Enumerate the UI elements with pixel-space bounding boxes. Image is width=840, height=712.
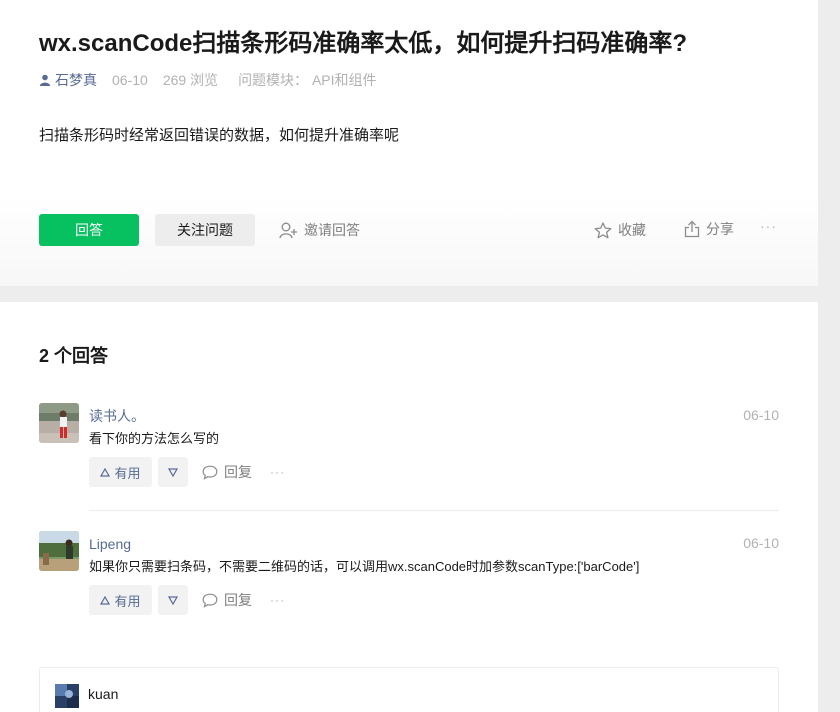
question-views: 269 浏览 xyxy=(162,72,219,88)
question-card: wx.scanCode扫描条形码准确率太低，如何提升扫码准确率? 石梦真 06-… xyxy=(0,0,818,286)
favorite-button[interactable]: 收藏 xyxy=(594,219,646,241)
author-name: 石梦真 xyxy=(55,72,97,88)
answer-more-button[interactable]: ··· xyxy=(270,593,285,607)
page-margin xyxy=(818,0,840,712)
comment-box[interactable]: kuan xyxy=(39,667,779,712)
avatar[interactable] xyxy=(39,403,79,443)
comment-icon xyxy=(202,593,218,608)
answers-card: 2 个回答 读书人。 06-10 看下你的方法怎么写的 有用 回复 ··· Li… xyxy=(0,302,818,712)
share-icon xyxy=(684,220,700,238)
question-date: 06-10 xyxy=(112,72,148,88)
invite-label: 邀请回答 xyxy=(304,222,360,238)
more-options-button[interactable]: ··· xyxy=(760,218,777,234)
answer-actions: 有用 回复 ··· xyxy=(89,585,285,615)
answers-count-heading: 2 个回答 xyxy=(39,346,109,366)
useful-label: 有用 xyxy=(114,593,141,609)
answer-item: 读书人。 06-10 看下你的方法怎么写的 有用 回复 ··· xyxy=(39,403,779,493)
answer-date: 06-10 xyxy=(743,535,779,551)
not-useful-button[interactable] xyxy=(158,457,188,487)
useful-button[interactable]: 有用 xyxy=(89,457,152,487)
avatar-image xyxy=(39,531,79,571)
avatar[interactable] xyxy=(39,531,79,571)
reply-button[interactable]: 回复 xyxy=(202,590,252,610)
answer-date: 06-10 xyxy=(743,407,779,423)
useful-label: 有用 xyxy=(114,465,141,481)
comment-icon xyxy=(202,465,218,480)
thumb-up-icon xyxy=(100,467,111,477)
thumb-up-icon xyxy=(100,595,111,605)
avatar xyxy=(55,684,79,708)
answer-more-button[interactable]: ··· xyxy=(270,465,285,479)
useful-button[interactable]: 有用 xyxy=(89,585,152,615)
thumb-down-icon xyxy=(168,467,178,477)
answer-item: Lipeng 06-10 如果你只需要扫条码，不需要二维码的话，可以调用wx.s… xyxy=(39,531,779,621)
answer-author-name[interactable]: Lipeng xyxy=(89,535,131,553)
invite-answer-button[interactable]: 邀请回答 xyxy=(279,219,360,241)
answer-actions: 有用 回复 ··· xyxy=(89,457,285,487)
question-meta: 石梦真 06-10 269 浏览 问题模块： API和组件 xyxy=(39,71,377,89)
answer-divider xyxy=(89,510,779,511)
favorite-label: 收藏 xyxy=(618,222,646,238)
answer-text: 如果你只需要扫条码，不需要二维码的话，可以调用wx.scanCode时加参数sc… xyxy=(89,559,640,574)
star-icon xyxy=(594,221,612,238)
answer-text: 看下你的方法怎么写的 xyxy=(89,431,220,446)
question-title: wx.scanCode扫描条形码准确率太低，如何提升扫码准确率? xyxy=(39,30,688,57)
not-useful-button[interactable] xyxy=(158,585,188,615)
thumb-down-icon xyxy=(168,595,178,605)
comment-user-name: kuan xyxy=(88,686,119,702)
author-link[interactable]: 石梦真 xyxy=(39,71,97,89)
follow-question-button[interactable]: 关注问题 xyxy=(155,214,255,246)
answer-author-name[interactable]: 读书人。 xyxy=(89,407,145,425)
question-module[interactable]: 问题模块： API和组件 xyxy=(238,71,376,89)
share-button[interactable]: 分享 xyxy=(684,218,734,240)
avatar-image xyxy=(39,403,79,443)
add-user-icon xyxy=(279,222,297,238)
reply-label: 回复 xyxy=(224,592,252,608)
answer-button[interactable]: 回答 xyxy=(39,214,139,246)
question-body: 扫描条形码时经常返回错误的数据，如何提升准确率呢 xyxy=(39,127,400,144)
user-icon xyxy=(39,74,51,86)
reply-button[interactable]: 回复 xyxy=(202,462,252,482)
share-label: 分享 xyxy=(706,221,734,237)
reply-label: 回复 xyxy=(224,464,252,480)
avatar-image xyxy=(55,684,79,708)
